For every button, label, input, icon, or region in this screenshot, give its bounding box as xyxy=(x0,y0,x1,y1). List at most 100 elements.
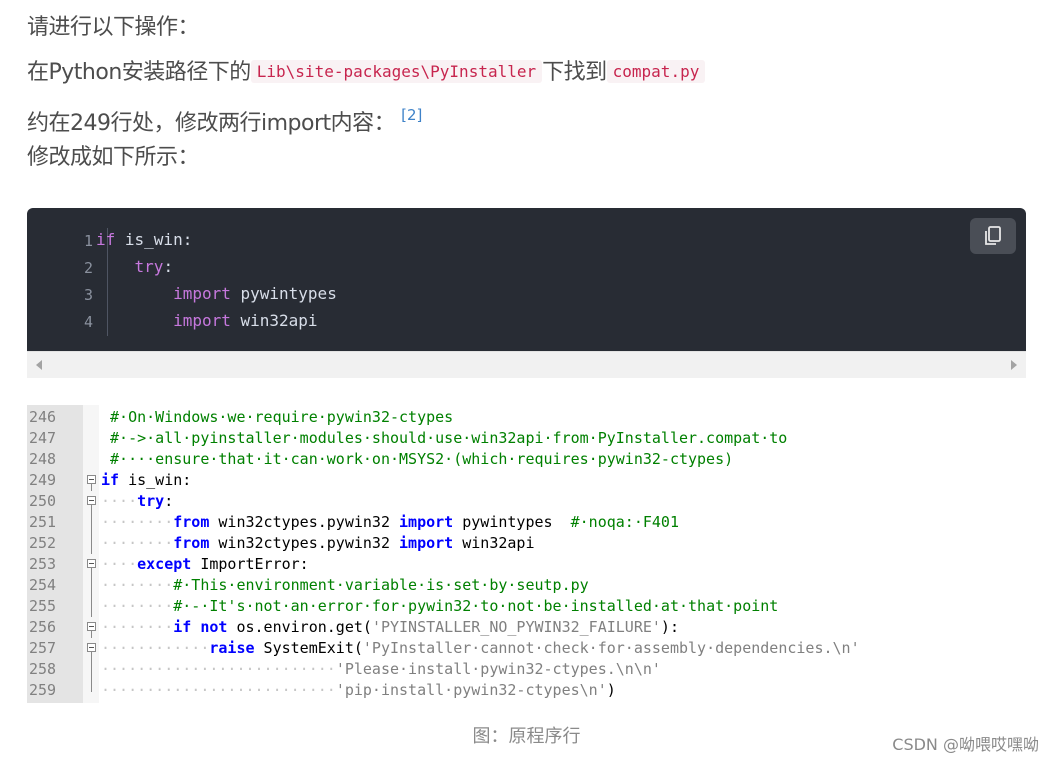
copy-code-button[interactable] xyxy=(970,218,1016,254)
instruction-paragraph-1: 请进行以下操作： xyxy=(27,15,200,40)
editor-line-text: ··························'pip·install·p… xyxy=(101,680,616,701)
fold-toggle-icon[interactable] xyxy=(87,475,96,484)
editor-line-number: 246 xyxy=(29,408,57,426)
copy-icon xyxy=(985,226,1001,245)
fold-guide-line xyxy=(91,659,92,680)
paragraph-text: 下找到 xyxy=(542,60,607,85)
code-line: try: xyxy=(96,253,337,280)
scroll-right-arrow-icon[interactable] xyxy=(1011,360,1017,370)
editor-line: 258 ··························'Please·ins… xyxy=(27,659,1026,680)
editor-line: 249 if is_win: xyxy=(27,470,1026,491)
code-token: from xyxy=(173,513,210,531)
editor-line-text: ········from win32ctypes.pywin32 import … xyxy=(101,512,679,533)
line-number: 3 xyxy=(83,286,93,304)
editor-line-text: #·->·all·pyinstaller·modules·should·use·… xyxy=(101,428,787,449)
code-text: : xyxy=(163,257,174,276)
code-token: try xyxy=(137,492,165,510)
code-token: from xyxy=(173,534,210,552)
fold-guide-line xyxy=(91,575,92,596)
fold-toggle-icon[interactable] xyxy=(87,643,96,652)
code-token: import xyxy=(399,513,454,531)
editor-line-text: ····except ImportError: xyxy=(101,554,309,575)
line-number: 2 xyxy=(83,259,93,277)
code-token: except xyxy=(137,555,192,573)
code-keyword: try xyxy=(134,257,164,276)
code-token: 'PYINSTALLER_NO_PYWIN32_FAILURE' xyxy=(371,618,661,636)
paragraph-text: 约在249行处，修改两行import内容： xyxy=(27,111,396,136)
watermark: CSDN @呦喂哎嘿呦 xyxy=(892,735,1039,754)
code-token: win32ctypes.pywin32 xyxy=(209,513,400,531)
code-token: pywintypes xyxy=(453,513,571,531)
editor-line-number: 247 xyxy=(29,429,57,447)
code-token: #·This·environment·variable·is·set·by·se… xyxy=(173,576,589,594)
editor-line-text: ··························'Please·instal… xyxy=(101,659,661,680)
editor-line-text: #····ensure·that·it·can·work·on·MSYS2·(w… xyxy=(101,449,733,470)
scroll-left-arrow-icon[interactable] xyxy=(36,360,42,370)
editor-line-text: ········if not os.environ.get('PYINSTALL… xyxy=(101,617,679,638)
horizontal-scrollbar[interactable] xyxy=(27,351,1026,378)
code-keyword: import xyxy=(173,311,231,330)
editor-line: 253 ····except ImportError: xyxy=(27,554,1026,575)
code-token: ·························· xyxy=(101,660,336,678)
code-text: win32api xyxy=(230,311,318,330)
editor-line-text: if is_win: xyxy=(101,470,191,491)
code-keyword: import xyxy=(173,284,231,303)
code-token: not xyxy=(200,618,228,636)
fold-guide-line xyxy=(91,596,92,617)
code-text: is_win: xyxy=(115,230,193,249)
editor-line-number: 254 xyxy=(29,576,57,594)
code-line: if is_win: xyxy=(96,226,337,253)
code-token: if xyxy=(101,471,120,489)
fold-guide-line xyxy=(91,533,92,554)
fold-guide-line xyxy=(91,484,92,491)
editor-screenshot: 246 #·On·Windows·we·require·pywin32-ctyp… xyxy=(27,405,1026,703)
code-token: ImportError: xyxy=(191,555,309,573)
editor-line-number: 251 xyxy=(29,513,57,531)
reference-link[interactable]: [2] xyxy=(401,106,422,124)
editor-line: 255 ········#·-·It's·not·an·error·for·pyw… xyxy=(27,596,1026,617)
inline-code-path: Lib\site-packages\PyInstaller xyxy=(250,60,543,83)
editor-line-text: ············raise SystemExit('PyInstalle… xyxy=(101,638,860,659)
fold-toggle-icon[interactable] xyxy=(87,496,96,505)
editor-line: 251 ········from win32ctypes.pywin32 impo… xyxy=(27,512,1026,533)
editor-line-number: 250 xyxy=(29,492,57,510)
code-token: if xyxy=(173,618,192,636)
editor-line-number: 255 xyxy=(29,597,57,615)
code-token: ········ xyxy=(101,534,174,552)
code-token: ) xyxy=(606,681,616,699)
code-token: ·························· xyxy=(101,681,336,699)
code-token: import xyxy=(399,534,454,552)
fold-guide-line xyxy=(91,652,92,659)
code-token: #·noqa:·F401 xyxy=(570,513,679,531)
editor-line-number: 252 xyxy=(29,534,57,552)
instruction-paragraph-3: 约在249行处，修改两行import内容： [2] xyxy=(27,100,422,139)
editor-line: 252 ········from win32ctypes.pywin32 impo… xyxy=(27,533,1026,554)
editor-line-number: 248 xyxy=(29,450,57,468)
fold-guide-line xyxy=(91,568,92,575)
editor-line-number: 259 xyxy=(29,681,57,699)
fold-guide-line xyxy=(91,631,92,638)
code-block: 1 2 3 4 if is_win: try: import pywintypes i… xyxy=(27,208,1026,351)
editor-line-number: 258 xyxy=(29,660,57,678)
line-number: 4 xyxy=(83,313,93,331)
fold-toggle-icon[interactable] xyxy=(87,622,96,631)
code-token: SystemExit( xyxy=(254,639,363,657)
editor-line-text: #·On·Windows·we·require·pywin32-ctypes xyxy=(101,407,453,428)
editor-line-number: 253 xyxy=(29,555,57,573)
paragraph-text: 在Python安装路径下的 xyxy=(27,60,251,85)
editor-line-text: ········#·-·It's·not·an·error·for·pywin3… xyxy=(101,596,778,617)
code-token: ········ xyxy=(101,513,174,531)
code-token: win32ctypes.pywin32 xyxy=(209,534,400,552)
code-token: #·-·It's·not·an·error·for·pywin32·to·not… xyxy=(173,597,779,615)
code-token: raise xyxy=(209,639,255,657)
code-token: is_win: xyxy=(119,471,192,489)
code-token: : xyxy=(164,492,174,510)
fold-toggle-icon[interactable] xyxy=(87,559,96,568)
inline-code-filename: compat.py xyxy=(606,60,706,83)
code-token: ···· xyxy=(101,555,138,573)
code-token: ········ xyxy=(101,576,174,594)
fold-guide-line xyxy=(91,680,92,692)
line-number: 1 xyxy=(83,232,93,250)
code-token: 'PyInstaller·cannot·check·for·assembly·d… xyxy=(362,639,860,657)
code-token: win32api xyxy=(453,534,535,552)
